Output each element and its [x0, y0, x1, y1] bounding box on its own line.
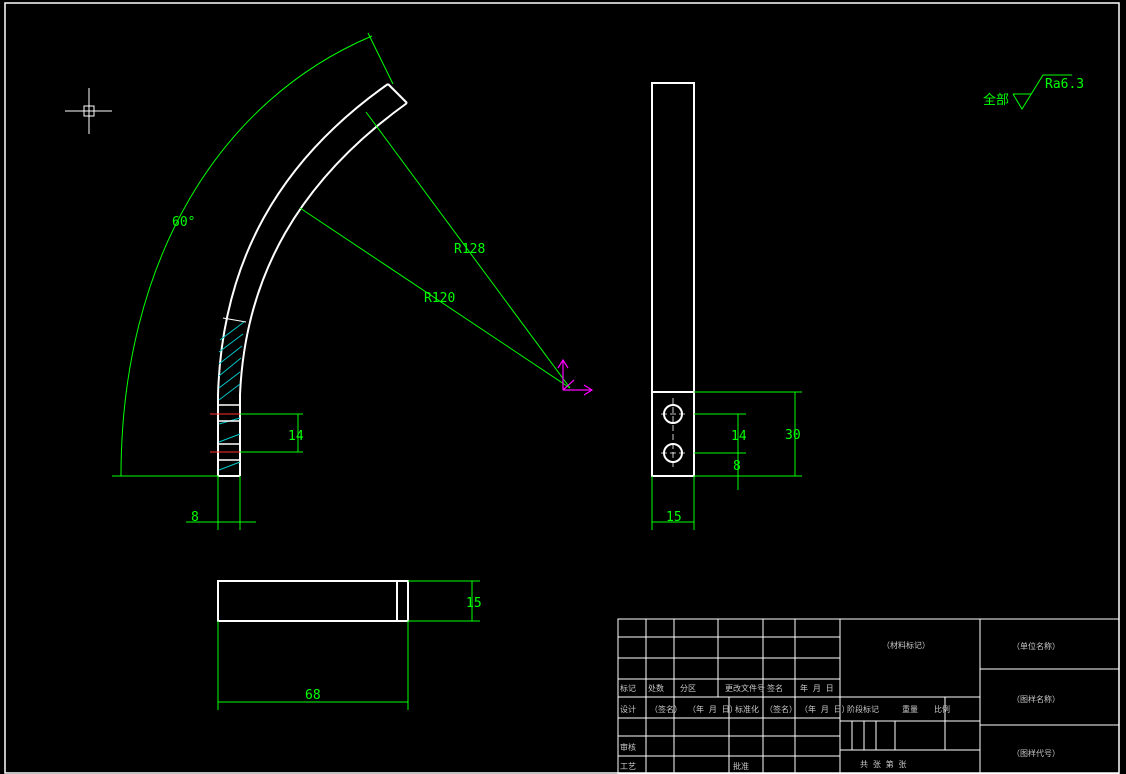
arc-end-cap	[387, 83, 408, 104]
roughness-prefix: 全部	[983, 92, 1009, 108]
angle-label: 60°	[172, 215, 195, 230]
front-thickness-label: 8	[191, 510, 199, 525]
tb-zone: 分区	[680, 684, 696, 693]
tb-scale: 比例	[934, 704, 950, 714]
side-view: 14 8 30 15	[651, 82, 802, 530]
top-height-label: 15	[466, 596, 482, 611]
tb-mark: 标记	[620, 683, 636, 693]
side-height-label: 30	[785, 428, 801, 443]
tb-date-paren-2: （年 月 日）	[800, 704, 850, 714]
outer-arc	[217, 83, 389, 476]
r128-label: R128	[454, 242, 485, 257]
top-body	[217, 580, 409, 622]
top-length-label: 68	[305, 688, 321, 703]
front-hole-spacing-label: 14	[288, 429, 304, 444]
cad-drawing-canvas[interactable]: 60° R128 R120 14 8 14 8 30 15 15 68 全部 R…	[0, 0, 1126, 774]
side-width-label: 15	[666, 510, 682, 525]
angle-ext-line-top	[367, 32, 394, 85]
tb-sheet-info: 共 张 第 张	[860, 759, 906, 769]
top-dims	[217, 580, 480, 710]
tb-drawing-name: （图样名称）	[1012, 694, 1060, 704]
tb-unit-name: （单位名称）	[1012, 641, 1060, 651]
tb-date: 年 月 日	[800, 683, 834, 693]
r120-label: R120	[424, 291, 455, 306]
tb-date-paren-1: （年 月 日）	[688, 704, 738, 714]
tb-material-mark: （材料标记）	[882, 640, 930, 650]
tb-sign-paren-2: （签名）	[765, 704, 797, 714]
ucs-icon	[557, 358, 594, 396]
tb-standardize: 标准化	[735, 704, 759, 714]
tb-process: 工艺	[620, 762, 636, 771]
tb-approve: 批准	[733, 761, 749, 771]
tb-sign-paren-1: （签名）	[650, 704, 682, 714]
side-edge-offset-label: 8	[733, 459, 741, 474]
tb-weight: 重量	[902, 704, 918, 714]
front-view: 60° R128 R120 14 8	[112, 32, 594, 530]
top-view: 15 68	[217, 580, 482, 710]
side-hole-spacing-label: 14	[731, 429, 747, 444]
tb-review: 审核	[620, 742, 636, 752]
tb-stage-mark: 阶段标记	[847, 704, 879, 714]
tb-drawing-code: （图样代号）	[1012, 748, 1060, 758]
roughness-value: Ra6.3	[1045, 77, 1084, 92]
inner-arc	[239, 102, 408, 476]
crosshair-cursor-icon	[65, 88, 112, 134]
tb-design: 设计	[620, 704, 636, 714]
tb-change-doc: 更改文件号	[725, 683, 765, 693]
drawing-border	[4, 2, 1120, 774]
tb-count: 处数	[648, 683, 664, 693]
tb-signature: 签名	[767, 683, 783, 693]
